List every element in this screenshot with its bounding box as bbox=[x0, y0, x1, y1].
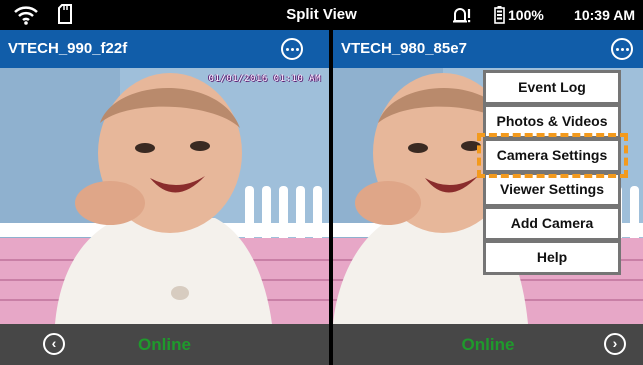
status-bar: Split View 100% 10:39 AM bbox=[0, 0, 643, 30]
battery-icon bbox=[494, 6, 505, 29]
more-options-icon[interactable] bbox=[281, 38, 303, 60]
chevron-right-icon[interactable]: › bbox=[604, 333, 626, 355]
camera-footer: Online › bbox=[333, 324, 643, 365]
camera-header: VTECH_990_f22f bbox=[0, 30, 329, 68]
menu-item-add-camera[interactable]: Add Camera bbox=[486, 209, 618, 238]
more-options-icon[interactable] bbox=[611, 38, 633, 60]
camera-name: VTECH_990_f22f bbox=[8, 40, 128, 57]
menu-item-help[interactable]: Help bbox=[486, 243, 618, 272]
clock: 10:39 AM bbox=[574, 7, 635, 23]
battery-level: 100% bbox=[508, 7, 544, 23]
camera-video-feed[interactable]: 01/01/2016 01:10 AM bbox=[0, 68, 329, 324]
screen-title: Split View bbox=[286, 6, 357, 23]
menu-item-viewer-settings[interactable]: Viewer Settings bbox=[486, 175, 618, 204]
baby-video-image bbox=[0, 68, 329, 324]
camera-header: VTECH_980_85e7 bbox=[333, 30, 643, 68]
camera-status: Online bbox=[461, 335, 515, 354]
menu-item-event-log[interactable]: Event Log bbox=[486, 73, 618, 102]
video-timestamp: 01/01/2016 01:10 AM bbox=[208, 74, 321, 84]
alert-bell-icon bbox=[451, 5, 471, 30]
camera-settings-highlight bbox=[477, 133, 628, 178]
chevron-left-icon[interactable]: ‹ bbox=[43, 333, 65, 355]
camera-name: VTECH_980_85e7 bbox=[341, 40, 467, 57]
menu-item-photos-videos[interactable]: Photos & Videos bbox=[486, 107, 618, 136]
camera-pane-1[interactable]: VTECH_990_f22f 01/01/2016 01:10 AM Onlin… bbox=[0, 30, 329, 365]
camera-footer: Online ‹ bbox=[0, 324, 329, 365]
